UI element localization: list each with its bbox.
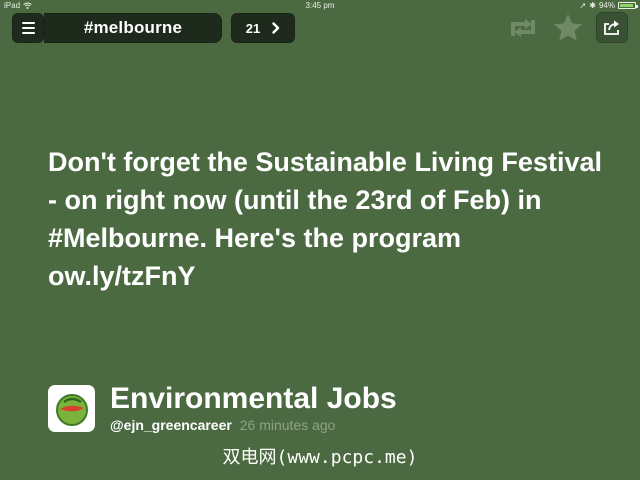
status-right: ➚ ✱ 94% <box>579 0 638 11</box>
tweet-timestamp: 26 minutes ago <box>239 417 336 433</box>
tweet-detail-screen: iPad 3:45 pm ➚ ✱ 94% #melbourne 21 Don't… <box>0 0 640 480</box>
retweet-icon[interactable] <box>506 14 540 42</box>
avatar-logo-icon <box>55 393 88 426</box>
share-icon <box>604 20 619 35</box>
author-name[interactable]: Environmental Jobs <box>110 381 397 417</box>
battery-percent: 94% <box>598 1 615 10</box>
status-bar: iPad 3:45 pm ➚ ✱ 94% <box>0 0 640 11</box>
status-time: 3:45 pm <box>305 1 335 10</box>
battery-icon <box>618 2 638 9</box>
bluetooth-icon: ✱ <box>589 1 596 10</box>
author-meta: @ejn_greencareer 26 minutes ago <box>110 417 335 433</box>
hamburger-icon <box>21 22 35 34</box>
next-tweet-button[interactable]: 21 <box>231 13 295 43</box>
star-icon[interactable] <box>552 12 584 44</box>
menu-button[interactable] <box>12 13 44 43</box>
tweet-count: 21 <box>245 20 261 36</box>
author-handle[interactable]: @ejn_greencareer <box>110 417 232 433</box>
avatar[interactable] <box>48 385 95 432</box>
battery-fill <box>620 4 634 7</box>
search-title[interactable]: #melbourne <box>44 13 222 43</box>
tweet-text: Don't forget the Sustainable Living Fest… <box>48 147 602 291</box>
chevron-right-icon <box>272 22 280 34</box>
location-icon: ➚ <box>579 1 587 10</box>
watermark: 双电网(www.pcpc.me) <box>222 447 418 468</box>
share-button[interactable] <box>596 12 628 43</box>
